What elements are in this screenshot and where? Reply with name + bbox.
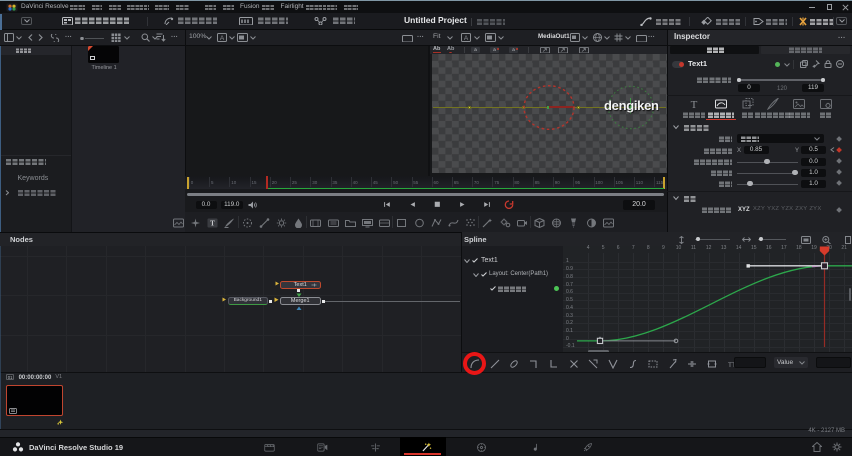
svg-text:A: A bbox=[220, 35, 225, 42]
svg-text:A: A bbox=[464, 35, 469, 42]
svg-text:T: T bbox=[210, 219, 215, 227]
svg-text:T: T bbox=[691, 99, 698, 110]
